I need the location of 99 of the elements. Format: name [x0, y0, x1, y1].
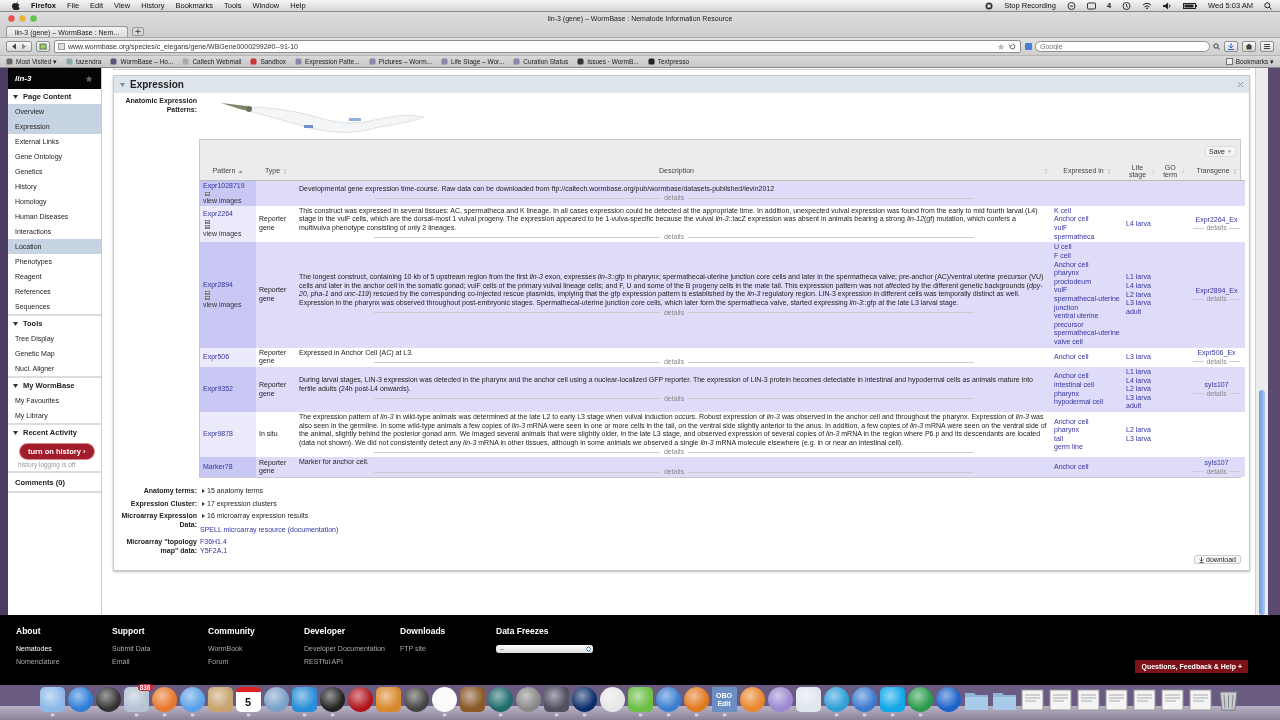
home-icon [1245, 43, 1253, 50]
app-icon[interactable] [571, 687, 597, 712]
app-icon[interactable] [319, 687, 345, 712]
home-button[interactable] [1242, 41, 1256, 52]
toggle-icon[interactable] [200, 513, 206, 520]
reload-icon[interactable] [1008, 43, 1017, 50]
wifi-icon[interactable] [1142, 1, 1153, 10]
app-icon[interactable] [515, 687, 541, 712]
window-icon [39, 43, 47, 50]
toggle-icon[interactable] [12, 382, 19, 389]
image-icon[interactable] [205, 224, 210, 229]
app-icon[interactable]: 5 [235, 687, 261, 712]
app-icon[interactable] [599, 687, 625, 712]
star-icon[interactable] [997, 43, 1005, 50]
image-icon[interactable] [205, 191, 210, 196]
close-icon[interactable] [1237, 81, 1244, 88]
status-icon[interactable] [1066, 1, 1076, 10]
plus-icon [133, 28, 143, 35]
forward-icon [21, 43, 27, 50]
app-icon[interactable] [739, 687, 765, 712]
footer-heading: Developer [304, 626, 347, 636]
toggle-icon[interactable] [12, 320, 19, 327]
document-icon[interactable] [1047, 687, 1073, 712]
footer-heading: Data Freezes [496, 626, 550, 636]
page-icon [6, 58, 13, 65]
menu-button[interactable] [1260, 41, 1274, 52]
app-icon[interactable] [207, 687, 233, 712]
app-icon[interactable] [95, 687, 121, 712]
app-icon[interactable] [767, 687, 793, 712]
document-icon[interactable] [1075, 687, 1101, 712]
gene-name: lin-3 [15, 74, 32, 83]
app-icon[interactable] [627, 687, 653, 712]
logo-icon[interactable] [12, 1, 20, 10]
status-icon[interactable] [1086, 1, 1096, 10]
stop-icon[interactable] [985, 1, 994, 10]
app-icon[interactable] [823, 687, 849, 712]
app-icon[interactable] [263, 687, 289, 712]
page-icon [513, 58, 521, 65]
download-icon [1227, 43, 1235, 50]
sort-icon[interactable] [238, 168, 244, 174]
app-icon[interactable] [683, 687, 709, 712]
back-forward-button[interactable] [6, 41, 32, 52]
toggle-icon[interactable] [200, 488, 206, 495]
app-icon[interactable] [347, 687, 373, 712]
menu-icon [1263, 43, 1271, 50]
toggle-icon[interactable] [200, 500, 206, 507]
app-icon[interactable] [151, 687, 177, 712]
image-icon[interactable] [205, 295, 210, 300]
caret-icon [1227, 148, 1232, 154]
app-icon[interactable] [879, 687, 905, 712]
footer-heading: Support [112, 626, 146, 636]
select-arrows-icon [586, 646, 591, 652]
page-icon [368, 58, 376, 65]
section-title: Expression [130, 79, 185, 90]
close-icon[interactable] [8, 15, 15, 22]
toggle-icon[interactable] [119, 81, 126, 88]
page-icon [577, 58, 585, 65]
document-icon[interactable] [1103, 687, 1129, 712]
page-icon [182, 58, 190, 65]
app-icon[interactable] [375, 687, 401, 712]
clock-icon[interactable] [1122, 1, 1132, 10]
download-button[interactable] [1224, 41, 1238, 52]
page-icon [110, 58, 118, 65]
app-icon[interactable] [431, 687, 457, 712]
new-tab-button[interactable] [132, 27, 144, 36]
document-icon[interactable] [1131, 687, 1157, 712]
download-icon [1199, 556, 1205, 563]
back-icon [11, 43, 17, 50]
page-icon [58, 43, 65, 50]
image-icon[interactable] [205, 219, 210, 224]
page-icon [647, 58, 655, 65]
page-icon [440, 58, 448, 65]
footer-heading: About [16, 626, 42, 636]
app-icon[interactable] [39, 687, 65, 712]
page-icon [295, 58, 303, 65]
toggle-icon[interactable] [12, 93, 19, 100]
app-icon[interactable] [907, 687, 933, 712]
document-icon[interactable] [1187, 687, 1213, 712]
app-icon[interactable] [291, 687, 317, 712]
page-icon [250, 58, 258, 65]
battery-icon[interactable] [1183, 1, 1198, 10]
volume-icon[interactable] [1163, 1, 1173, 10]
scrollbar[interactable] [1255, 68, 1268, 615]
app-icon[interactable] [179, 687, 205, 712]
book-icon [1225, 58, 1233, 65]
image-icon[interactable] [205, 290, 210, 295]
scrollbar-thumb[interactable] [1259, 390, 1265, 615]
icon-label: 5 [244, 696, 252, 708]
app-icon[interactable] [543, 687, 569, 712]
toggle-icon[interactable] [12, 429, 19, 436]
star-icon[interactable] [85, 74, 93, 83]
app-icon[interactable] [795, 687, 821, 712]
document-icon[interactable] [1159, 687, 1185, 712]
app-icon[interactable] [403, 687, 429, 712]
search-icon[interactable] [1264, 1, 1272, 10]
document-icon[interactable] [1019, 687, 1045, 712]
footer-heading: Downloads [400, 626, 447, 636]
footer-heading: Community [208, 626, 256, 636]
reload-button[interactable] [36, 41, 50, 52]
